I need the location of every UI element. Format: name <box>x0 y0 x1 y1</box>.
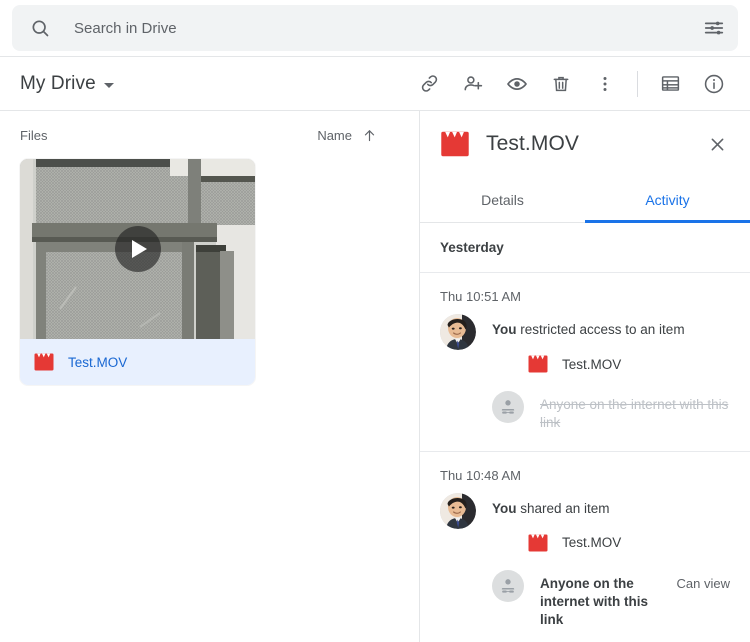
activity-list[interactable]: Yesterday Thu 10:51 AM You restricted ac… <box>420 223 750 642</box>
tab-details[interactable]: Details <box>420 177 585 222</box>
location-breadcrumb-my-drive[interactable]: My Drive <box>20 73 114 95</box>
activity-description: You shared an item <box>492 500 730 518</box>
person-link-glyph <box>501 400 515 414</box>
avatar-photo <box>440 314 476 350</box>
activity-action: shared an item <box>516 500 610 516</box>
toolbar-divider <box>637 70 638 97</box>
sort-label: Name <box>317 127 352 143</box>
files-header: Files Name <box>20 111 399 159</box>
activity-permission-row: Anyone on the internet with this link Ca… <box>492 569 730 630</box>
activity-entry[interactable]: Thu 10:48 AM You shared an item Test.MOV… <box>420 452 750 642</box>
activity-entry-body: You restricted access to an item Test.MO… <box>492 314 730 433</box>
play-triangle <box>132 240 147 258</box>
file-card-name: Test.MOV <box>68 354 128 370</box>
person-link-icon <box>492 569 524 602</box>
more-vertical-icon[interactable] <box>583 62 627 106</box>
activity-file-ref[interactable]: Test.MOV <box>492 355 730 373</box>
arrow-up-icon[interactable] <box>362 128 377 143</box>
list-view-icon[interactable] <box>648 62 692 106</box>
activity-day-header: Yesterday <box>420 223 750 273</box>
files-section-label: Files <box>20 127 48 143</box>
details-panel-header: Test.MOV <box>420 111 750 177</box>
activity-entry[interactable]: Thu 10:51 AM You restricted access to an… <box>420 273 750 452</box>
video-clapperboard-icon <box>34 353 54 371</box>
activity-file-ref[interactable]: Test.MOV <box>492 534 730 552</box>
file-card-test-mov[interactable]: Test.MOV <box>20 159 255 385</box>
activity-actor: You <box>492 322 517 337</box>
content-body: Files Name Test.MOV Test.MOV Details Act… <box>0 111 750 642</box>
activity-action: restricted access to an item <box>516 322 685 337</box>
activity-permission-row: Anyone on the internet with this link <box>492 391 730 432</box>
video-thumbnail[interactable] <box>20 159 255 339</box>
details-panel: Test.MOV Details Activity Yesterday Thu … <box>420 111 750 642</box>
activity-permission-role: Can view <box>676 575 730 591</box>
person-add-icon[interactable] <box>451 62 495 106</box>
toolbar-actions <box>407 62 736 106</box>
files-pane: Files Name Test.MOV <box>0 111 420 642</box>
activity-actor: You <box>492 500 517 516</box>
chevron-down-icon[interactable] <box>103 82 114 88</box>
drive-app-window: My Drive <box>0 0 750 642</box>
activity-permission-label: Anyone on the internet with this link <box>540 397 729 431</box>
search-icon <box>28 16 52 40</box>
tab-activity[interactable]: Activity <box>585 177 750 223</box>
activity-timestamp: Thu 10:48 AM <box>440 467 521 483</box>
activity-entry-body: You shared an item Test.MOV Anyone on th… <box>492 493 730 630</box>
trash-icon[interactable] <box>539 62 583 106</box>
file-card-footer[interactable]: Test.MOV <box>20 339 255 385</box>
close-icon[interactable] <box>698 125 736 163</box>
details-tabs: Details Activity <box>420 177 750 223</box>
video-clapperboard-icon <box>441 131 469 157</box>
activity-file-name: Test.MOV <box>562 356 622 372</box>
activity-permission-label: Anyone on the internet with this link <box>540 575 648 628</box>
activity-timestamp: Thu 10:51 AM <box>440 289 521 304</box>
avatar <box>440 492 476 529</box>
person-link-glyph <box>501 579 515 593</box>
video-clapperboard-icon <box>528 355 548 373</box>
avatar-photo <box>440 492 476 529</box>
info-icon[interactable] <box>692 62 736 106</box>
sort-control[interactable]: Name <box>317 128 399 143</box>
activity-entry-main: You shared an item Test.MOV Anyone on th… <box>440 492 730 630</box>
search-bar-row <box>0 0 750 56</box>
activity-file-name: Test.MOV <box>562 535 622 551</box>
activity-entry-main: You restricted access to an item Test.MO… <box>440 314 730 433</box>
link-icon[interactable] <box>407 62 451 106</box>
search-input[interactable] <box>52 19 700 37</box>
person-link-icon <box>492 391 524 424</box>
activity-description: You restricted access to an item <box>492 321 730 339</box>
avatar <box>440 314 476 350</box>
tune-filter-icon[interactable] <box>700 14 728 42</box>
play-icon[interactable] <box>114 226 161 272</box>
main-toolbar: My Drive <box>0 56 750 111</box>
location-label: My Drive <box>20 72 96 94</box>
page-title: Test.MOV <box>486 132 579 155</box>
search-box[interactable] <box>12 5 738 51</box>
video-clapperboard-icon <box>528 534 548 552</box>
eye-preview-icon[interactable] <box>495 62 539 106</box>
